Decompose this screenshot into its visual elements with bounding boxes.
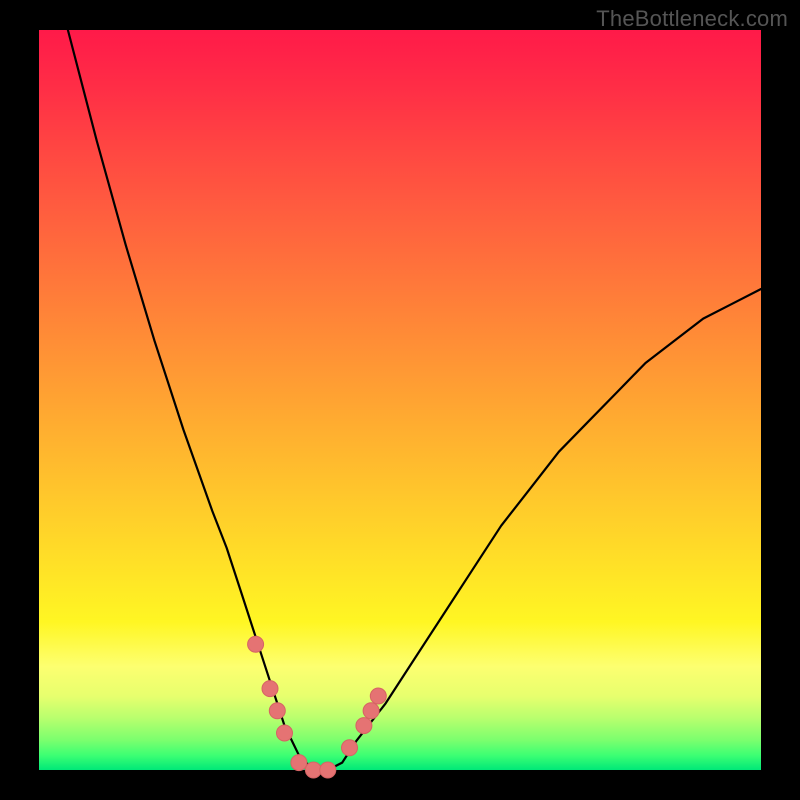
curve-group	[68, 30, 761, 770]
watermark-text: TheBottleneck.com	[596, 6, 788, 32]
curve-svg	[39, 30, 761, 770]
plot-area	[39, 30, 761, 770]
curve-marker	[269, 703, 285, 719]
curve-marker	[305, 762, 321, 778]
curve-marker	[277, 725, 293, 741]
curve-marker	[248, 636, 264, 652]
curve-marker	[370, 688, 386, 704]
curve-marker	[342, 740, 358, 756]
bottleneck-curve	[68, 30, 761, 770]
curve-marker	[291, 755, 307, 771]
chart-frame: TheBottleneck.com	[0, 0, 800, 800]
curve-marker	[320, 762, 336, 778]
curve-marker	[262, 681, 278, 697]
marker-group	[248, 636, 387, 778]
curve-marker	[356, 718, 372, 734]
curve-marker	[363, 703, 379, 719]
